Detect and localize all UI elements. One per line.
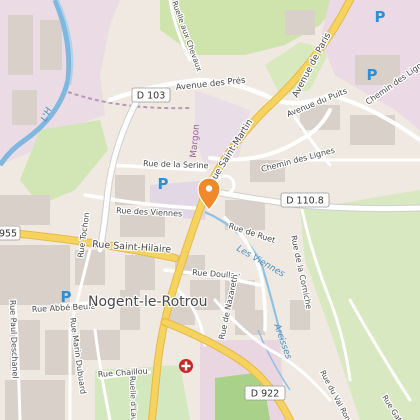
road-shield-d1108: D 110.8	[280, 192, 330, 208]
road-shield-d103: D 103	[131, 87, 171, 103]
svg-text:955: 955	[0, 229, 17, 240]
road-shield-d955: 955	[0, 225, 21, 241]
svg-text:D 103: D 103	[137, 91, 165, 102]
hospital-icon[interactable]	[179, 359, 193, 373]
label-town-nogent-le-rotrou: Nogent-le-Rotrou	[88, 294, 208, 310]
parking-icon[interactable]: P	[61, 288, 72, 306]
parking-icon[interactable]: P	[367, 66, 378, 84]
label-rue-d-launay: Ruelle d'Launay	[128, 376, 139, 420]
parking-icon[interactable]: P	[158, 175, 169, 193]
svg-text:P: P	[367, 66, 378, 84]
svg-text:P: P	[375, 8, 386, 26]
road-shield-d922: D 922	[244, 385, 286, 401]
svg-text:D 110.8: D 110.8	[286, 196, 324, 207]
map-canvas[interactable]: Avenue de Paris Rue Saint-Martin Rue Sai…	[0, 0, 420, 420]
svg-text:P: P	[158, 175, 169, 193]
parking-icon[interactable]: P	[375, 8, 386, 26]
svg-text:D 922: D 922	[251, 389, 279, 400]
map-view[interactable]: Avenue de Paris Rue Saint-Martin Rue Sai…	[0, 0, 420, 420]
svg-text:P: P	[61, 288, 72, 306]
